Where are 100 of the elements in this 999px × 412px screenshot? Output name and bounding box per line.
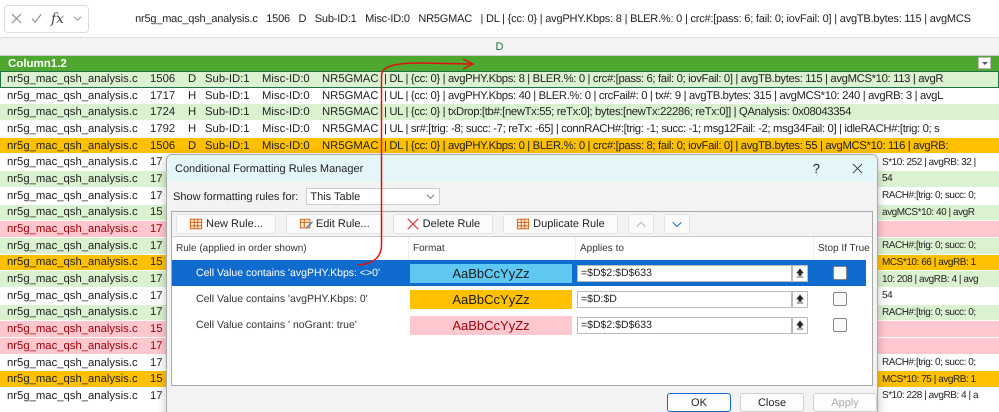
table-cell: 15: [150, 323, 164, 336]
table-cell-text: nr5g_mac_qsh_analysis.c: [7, 390, 139, 402]
table-cell-text: NR5GMAC: [322, 72, 380, 85]
table-cell-text: nr5g_mac_qsh_analysis.c: [7, 90, 139, 102]
rule-item[interactable]: Cell Value contains 'avgPHY.Kbps: <>0': [172, 260, 409, 286]
toolbar-button[interactable]: New Rule...: [176, 214, 276, 234]
table-row[interactable]: nr5g_mac_qsh_analysis.c 1717 H Sub-ID:1 Misc-ID:0 NR5GMAC | UL | {cc: 0} | avgPHY.Kbps: 40 | BLER.%: 0 | crcFail#: 0 | tx#: 9 | avgTB.bytes: 315 | avgMCS*10: 240 | avgRB: 3 | avgL: [0, 88, 999, 104]
stop-if-true-checkbox[interactable]: [833, 266, 847, 280]
table-cell-text: nr5g_mac_qsh_analysis.c: [7, 290, 139, 302]
close-icon[interactable]: [852, 163, 863, 174]
rule-item[interactable]: Cell Value contains 'avgPHY.Kbps: 0': [172, 286, 409, 312]
table-cell-text: Misc-ID:0: [262, 72, 311, 85]
table-cell: avgMCS*10: 40 | avgR: [882, 206, 975, 218]
table-cell: 17: [150, 190, 164, 202]
table-cell: | UL | {cc: 0} | avgPHY.Kbps: 40 | BLER.%: 0 | crcFail#: 0 | tx#: 9 | avgTB.bytes: 315 | avgMCS*10: 240 | avgRB: 3 | avgL: [384, 90, 944, 102]
table-cell-text: 1506: [150, 72, 176, 85]
table-cell-text: H: [188, 106, 198, 118]
table-row[interactable]: nr5g_mac_qsh_analysis.c 1506 D Sub-ID:1 Misc-ID:0 NR5GMAC | DL | {cc: 0} | avgPHY.Kbps: 8 | BLER.%: 0 | crc#:[pass: 6; fail: 0; iovFail: 0] | avgTB.bytes: 115 | avgMCS*10: 113 | avgR: [0, 71, 999, 88]
upload-arrow-icon: [796, 320, 804, 330]
applies-to-field[interactable]: =$D$2:$D$633: [577, 264, 792, 282]
table-cell-text: nr5g_mac_qsh_analysis.c: [7, 223, 139, 236]
stop-if-true-checkbox[interactable]: [833, 292, 847, 306]
table-cell: S*10: 228 | avgRB: 4 | a: [882, 390, 978, 402]
chevron-down-icon: [426, 192, 436, 201]
table-cell: | UL | sr#:[trig: -8; succ: -7; reTx: -65] | connRACH#:[trig: -1; succ: -1; msg12Fail: -2; msg34Fail: 0] | idleRACH#:[trig: 0; s: [384, 122, 940, 135]
scope-dropdown[interactable]: This Table: [306, 188, 440, 205]
table-cell-text: Misc-ID:0: [262, 122, 311, 135]
dialog-title: Conditional Formatting Rules Manager: [175, 162, 364, 174]
table-cell-text: Sub-ID:1: [205, 140, 251, 152]
table-cell-text: NR5GMAC: [322, 90, 380, 102]
table-cell: 17: [150, 340, 164, 352]
table-cell: 17: [150, 356, 164, 369]
checkmark-icon[interactable]: [31, 13, 42, 24]
help-button[interactable]: ?: [812, 161, 820, 176]
table-cell: RACH#:[trig: 0; succ: 0;: [882, 240, 976, 252]
table-cell: 17: [150, 223, 164, 236]
table-cell: 15: [150, 373, 164, 386]
table-cell: | UL | {cc: 0} | txDrop:[tb#:[newTx:55; reTx:0]; bytes:[newTx:22286; reTx:0]] | QAnalysis: 0x08043354: [384, 106, 851, 118]
table-cell: 17: [150, 156, 164, 168]
table-cell-text: H: [188, 90, 198, 102]
table-cell-text: nr5g_mac_qsh_analysis.c: [7, 106, 139, 118]
toolbar-button[interactable]: Duplicate Rule: [503, 214, 618, 234]
table-cell-text: nr5g_mac_qsh_analysis.c: [7, 72, 139, 85]
table-cell: S*10: 252 | avgRB: 32 |: [882, 156, 976, 168]
table-cell-text: nr5g_mac_qsh_analysis.c: [7, 323, 139, 336]
filter-button[interactable]: [978, 57, 991, 69]
delete-icon: [406, 217, 420, 231]
table-cell-text: Sub-ID:1: [205, 90, 251, 102]
move-down-button[interactable]: [664, 214, 690, 234]
table-cell: MCS*10: 75 | avgRB: 1: [882, 374, 976, 385]
chevron-down-icon[interactable]: [73, 14, 82, 23]
table-cell: 17: [150, 306, 164, 318]
dialog-button[interactable]: Close: [740, 393, 804, 412]
applies-to-field[interactable]: =$D$2:$D$633: [577, 316, 792, 334]
stop-if-true-checkbox[interactable]: [833, 318, 847, 332]
table-cell-text: nr5g_mac_qsh_analysis.c: [7, 206, 139, 218]
table-cell-text: nr5g_mac_qsh_analysis.c: [7, 340, 139, 352]
table-cell-text: D: [188, 72, 198, 85]
dialog-button[interactable]: OK: [667, 393, 731, 412]
table-cell: 54: [882, 173, 892, 184]
table-cell: 54: [882, 290, 892, 302]
table-cell-text: Misc-ID:0: [262, 140, 311, 152]
format-preview: AaBbCcYyZz: [410, 290, 572, 308]
collapse-button[interactable]: [792, 290, 808, 308]
table-cell-text: NR5GMAC: [322, 140, 380, 152]
table-cell: 15: [150, 256, 164, 268]
header-label: Column1.2: [8, 58, 67, 70]
table-cell-text: 1792: [150, 122, 176, 135]
insert-function-button[interactable]: fx: [51, 10, 64, 26]
table-cell-text: Misc-ID:0: [262, 90, 311, 102]
table-cell: 17: [150, 240, 164, 252]
table-cell: MCS*10: 66 | avgRB: 1: [882, 256, 976, 268]
rule-item[interactable]: Cell Value contains ' noGrant: true': [172, 312, 409, 338]
upload-arrow-icon: [796, 268, 804, 278]
table-cell-text: nr5g_mac_qsh_analysis.c: [7, 306, 139, 318]
table-cell-text: nr5g_mac_qsh_analysis.c: [7, 356, 139, 369]
table-row[interactable]: nr5g_mac_qsh_analysis.c 1506 D Sub-ID:1 Misc-ID:0 NR5GMAC | DL | {cc: 0} | avgPHY.Kbps: 0 | BLER.%: 0 | crc#:[pass: 8; fail: 0; iovFail: 0] | avgTB.bytes: 55 | avgMCS*10: 116 | avgRB:: [0, 138, 999, 154]
cancel-icon[interactable]: [11, 13, 22, 24]
toolbar-button[interactable]: Edit Rule...: [286, 214, 383, 234]
table-icon: [189, 217, 203, 231]
formula-field[interactable]: nr5g_mac_qsh_analysis.c 1506 D Sub-ID:1 Misc-ID:0 NR5GMAC | DL | {cc: 0} | avgPHY.Kbps: 8 | BLER.%: 0 | crc#:[pass: 6; fail: 0; iovFail: 0] | avgTB.bytes: 115 | avgMCS: [89, 12, 995, 24]
table-cell-text: Sub-ID:1: [205, 72, 251, 85]
table-cell-text: NR5GMAC: [322, 122, 380, 135]
table-cell: 15: [150, 206, 164, 218]
table-cell-text: nr5g_mac_qsh_analysis.c: [7, 156, 139, 168]
table-cell-text: nr5g_mac_qsh_analysis.c: [7, 256, 139, 268]
applies-to-field[interactable]: =$D:$D: [577, 290, 792, 308]
column-header[interactable]: D: [496, 40, 504, 52]
table-cell: RACH#:[trig: 0; succ: 0;: [882, 306, 976, 318]
table-cell-text: Sub-ID:1: [205, 106, 251, 118]
table-cell: | DL | {cc: 0} | avgPHY.Kbps: 0 | BLER.%: 0 | crc#:[pass: 8; fail: 0; iovFail: 0] | avgTB.bytes: 55 | avgMCS*10: 116 | avgRB:: [384, 140, 948, 152]
collapse-button[interactable]: [792, 264, 808, 282]
table-cell: 17: [150, 273, 164, 286]
table-cell-text: 1717: [150, 90, 176, 102]
scope-label: Show formatting rules for:: [173, 190, 298, 202]
table-row[interactable]: nr5g_mac_qsh_analysis.c 1724 H Sub-ID:1 Misc-ID:0 NR5GMAC | UL | {cc: 0} | txDrop:[tb#:[newTx:55; reTx:0]; bytes:[newTx:22286; reTx:0]] | QAnalysis: 0x08043354: [0, 104, 999, 122]
collapse-button[interactable]: [792, 316, 808, 334]
caret-down-icon: [980, 59, 988, 67]
table-cell-text: nr5g_mac_qsh_analysis.c: [7, 240, 139, 252]
toolbar-button[interactable]: Delete Rule: [392, 214, 494, 234]
